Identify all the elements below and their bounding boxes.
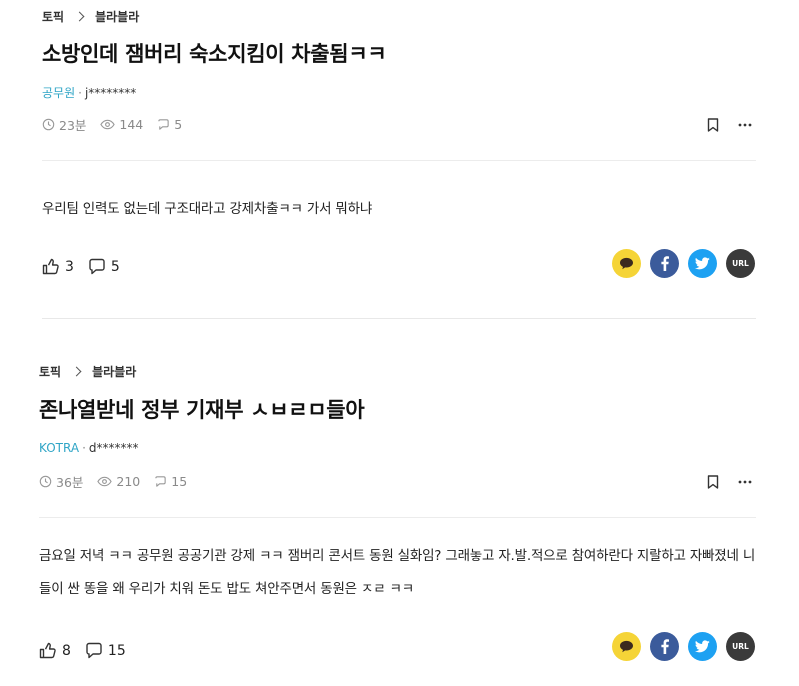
clock-icon: [39, 475, 52, 488]
comment-icon: [86, 642, 102, 659]
share-twitter-button[interactable]: [688, 632, 717, 661]
post-meta: 23분 144 5: [42, 115, 196, 134]
meta-comments-value: 15: [171, 474, 188, 489]
post-meta: 36분 210 15: [39, 472, 201, 491]
breadcrumb: 토픽 블라블라: [39, 363, 136, 380]
comment-icon: [89, 258, 105, 275]
meta-time: 36분: [39, 472, 83, 491]
post-separator: [42, 318, 756, 319]
meta-comments-value: 5: [174, 117, 183, 132]
meta-views: 210: [97, 474, 140, 489]
meta-views-value: 210: [116, 474, 141, 489]
share-kakao-button[interactable]: [612, 632, 641, 661]
breadcrumb-category[interactable]: 블라블라: [92, 363, 136, 380]
breadcrumb-category[interactable]: 블라블라: [95, 8, 139, 25]
facebook-icon: [660, 639, 669, 654]
share-url-button[interactable]: URL: [726, 632, 755, 661]
author-company[interactable]: KOTRA: [39, 441, 79, 455]
breadcrumb-topic[interactable]: 토픽: [39, 363, 61, 380]
post-author: KOTRA · d*******: [39, 441, 139, 455]
meta-comments: 5: [157, 117, 182, 132]
author-user: j********: [84, 86, 137, 100]
author-separator: ·: [78, 86, 82, 100]
chevron-right-icon: [71, 366, 82, 377]
author-company[interactable]: 공무원: [42, 86, 75, 100]
author-user: d*******: [88, 441, 139, 455]
like-button[interactable]: 8: [39, 642, 71, 659]
more-icon[interactable]: [737, 474, 753, 490]
eye-icon: [97, 476, 113, 487]
post-body: 우리팀 인력도 없는데 구조대라고 강제차출ㅋㅋ 가서 뭐하냐: [42, 201, 373, 217]
breadcrumb-topic[interactable]: 토픽: [42, 8, 64, 25]
clock-icon: [42, 118, 55, 131]
share-twitter-button[interactable]: [688, 249, 717, 278]
share-buttons: URL: [612, 632, 755, 661]
post-actions: [705, 474, 753, 490]
divider: [39, 517, 756, 518]
meta-comments: 15: [154, 474, 187, 489]
post-reactions: 3 5: [42, 258, 120, 275]
meta-views-value: 144: [119, 117, 144, 132]
divider: [42, 160, 756, 161]
like-count: 3: [65, 258, 74, 275]
meta-time: 23분: [42, 115, 86, 134]
chevron-right-icon: [74, 11, 85, 22]
share-buttons: URL: [612, 249, 755, 278]
thumbs-up-icon: [42, 258, 59, 275]
like-button[interactable]: 3: [42, 258, 74, 275]
bookmark-icon[interactable]: [705, 117, 721, 133]
comment-button[interactable]: 15: [85, 642, 126, 659]
share-facebook-button[interactable]: [650, 632, 679, 661]
comment-icon: [158, 119, 169, 130]
share-kakao-button[interactable]: [612, 249, 641, 278]
twitter-icon: [695, 640, 710, 653]
meta-time-value: 23분: [59, 118, 87, 133]
meta-time-value: 36분: [56, 475, 84, 490]
post-actions: [705, 117, 753, 133]
author-separator: ·: [82, 441, 86, 455]
like-count: 8: [62, 642, 71, 659]
facebook-icon: [660, 256, 669, 271]
meta-views: 144: [100, 117, 143, 132]
thumbs-up-icon: [39, 642, 56, 659]
breadcrumb: 토픽 블라블라: [42, 8, 139, 25]
comment-button[interactable]: 5: [88, 258, 120, 275]
comment-count: 5: [110, 258, 120, 275]
comment-icon: [155, 476, 166, 487]
comment-count: 15: [107, 642, 126, 659]
kakao-icon: [620, 257, 633, 270]
share-url-button[interactable]: URL: [726, 249, 755, 278]
post-author: 공무원 · j********: [42, 84, 136, 101]
kakao-icon: [620, 640, 633, 653]
share-facebook-button[interactable]: [650, 249, 679, 278]
post-title: 소방인데 잼버리 숙소지킴이 차출됨ㅋㅋ: [42, 42, 387, 66]
post-body: 금요일 저녁 ㅋㅋ 공무원 공공기관 강제 ㅋㅋ 잼버리 콘서트 동원 실화임?…: [39, 548, 756, 597]
eye-icon: [100, 119, 116, 130]
post-reactions: 8 15: [39, 642, 126, 659]
more-icon[interactable]: [737, 117, 753, 133]
twitter-icon: [695, 257, 710, 270]
bookmark-icon[interactable]: [705, 474, 721, 490]
post-title: 존나열받네 정부 기재부 ㅅㅂㄹㅁ들아: [39, 398, 365, 422]
